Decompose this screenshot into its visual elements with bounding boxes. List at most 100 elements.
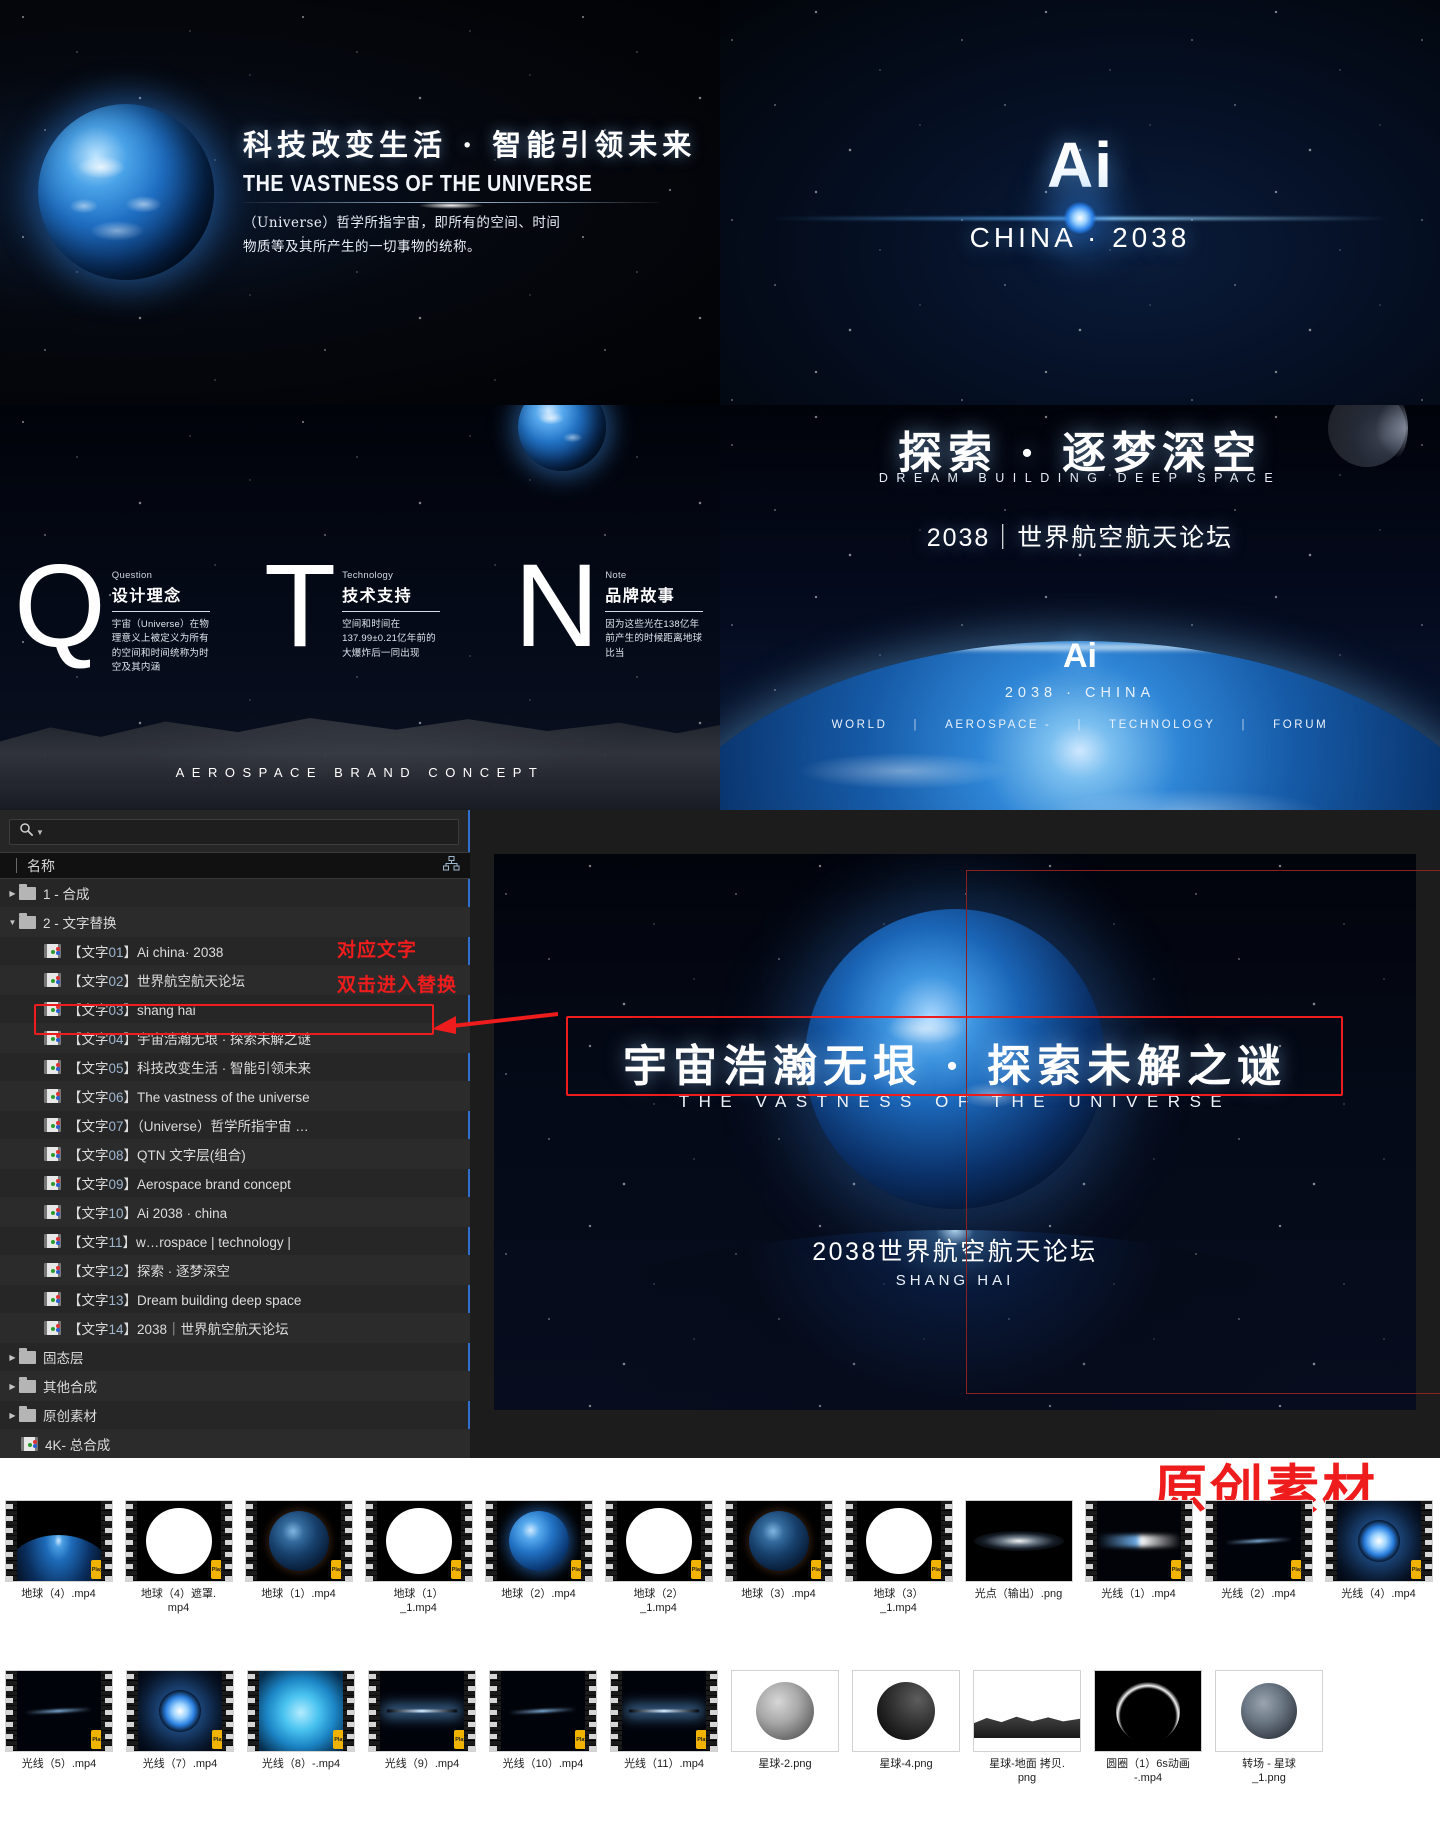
project-item-label: 【文字09】Aerospace brand concept — [68, 1177, 291, 1192]
asset-thumbnail[interactable] — [852, 1670, 960, 1752]
folder-icon — [19, 912, 36, 929]
project-comp-row[interactable]: 【文字10】Ai 2038 · china — [0, 1198, 470, 1227]
asset-item[interactable]: Player 地球（3）.mp4 — [720, 1500, 837, 1616]
project-folder-row[interactable]: ▶ 1 - 合成 — [0, 879, 470, 908]
asset-thumbnail[interactable]: Player — [124, 1500, 233, 1582]
chevron-right-icon[interactable]: ▶ — [6, 1382, 19, 1391]
project-comp-row[interactable]: 【文字14】2038｜世界航空航天论坛 — [0, 1314, 470, 1343]
asset-item[interactable]: Player 光线（8）-.mp4 — [242, 1670, 360, 1786]
asset-artwork — [622, 1671, 706, 1751]
asset-thumbnail[interactable]: Player — [126, 1670, 234, 1752]
project-item-list[interactable]: ▶ 1 - 合成 ▼ 2 - 文字替换 【文字01】Ai china· 2038 【文字0… — [0, 879, 470, 1459]
asset-item[interactable]: Player 光线（1）.mp4 — [1080, 1500, 1197, 1616]
asset-thumbnail[interactable]: Player — [5, 1670, 113, 1752]
asset-thumbnail[interactable] — [1215, 1670, 1323, 1752]
project-folder-row[interactable]: ▼ 2 - 文字替换 — [0, 908, 470, 937]
asset-thumbnail[interactable] — [731, 1670, 839, 1752]
asset-thumbnail[interactable]: Player — [610, 1670, 718, 1752]
asset-item[interactable]: 光点（输出）.png — [960, 1500, 1077, 1616]
asset-thumbnail[interactable]: Player — [489, 1670, 597, 1752]
asset-thumbnail[interactable] — [973, 1670, 1081, 1752]
composition-icon — [44, 1089, 61, 1103]
project-folder-row[interactable]: ▶ 固态层 — [0, 1343, 470, 1372]
project-comp-row[interactable]: 4K- 总合成 — [0, 1430, 470, 1459]
asset-caption: 圆圈（1）6s动画 -.mp4 — [1106, 1758, 1190, 1784]
chevron-down-icon: ▼ — [36, 827, 44, 837]
chevron-right-icon[interactable]: ▶ — [6, 889, 19, 898]
project-folder-row[interactable]: ▶ 其他合成 — [0, 1372, 470, 1401]
project-comp-row[interactable]: 【文字11】w…rospace | technology | — [0, 1227, 470, 1256]
asset-thumbnail[interactable]: Player — [364, 1500, 473, 1582]
chevron-right-icon[interactable]: ▶ — [6, 1411, 19, 1420]
asset-artwork — [376, 1501, 461, 1581]
search-input[interactable]: ▼ — [9, 819, 459, 845]
asset-item[interactable]: Player 地球（1）.mp4 — [240, 1500, 357, 1616]
asset-item[interactable]: Player 地球（4）.mp4 — [0, 1500, 117, 1616]
qtn-letter-n: N — [514, 540, 599, 672]
asset-thumbnail[interactable]: Player — [244, 1500, 353, 1582]
asset-item[interactable]: Player 光线（10）.mp4 — [484, 1670, 602, 1786]
nav-separator: | — [1077, 719, 1084, 731]
asset-thumbnail[interactable] — [1094, 1670, 1202, 1752]
project-item-label: 【文字07】（Universe）哲学所指宇宙 … — [68, 1119, 309, 1134]
asset-caption: 地球（2）.mp4 — [501, 1588, 576, 1600]
asset-row-1: Player 地球（4）.mp4 Player 地球（4）遮罩. mp4 Player 地球… — [0, 1500, 1440, 1616]
chevron-right-icon[interactable]: ▶ — [6, 1353, 19, 1362]
asset-thumbnail[interactable]: Player — [844, 1500, 953, 1582]
project-comp-row[interactable]: 【文字13】Dream building deep space — [0, 1285, 470, 1314]
flowchart-icon[interactable] — [443, 855, 460, 876]
nav-item-forum[interactable]: FORUM — [1247, 719, 1354, 731]
nav-item-aerospace[interactable]: AEROSPACE - — [919, 719, 1077, 731]
asset-caption: 星球-2.png — [758, 1758, 812, 1770]
nav-item-world[interactable]: WORLD — [806, 719, 914, 731]
asset-thumbnail[interactable]: Player — [1324, 1500, 1433, 1582]
asset-item[interactable]: Player 地球（1） _1.mp4 — [360, 1500, 477, 1616]
asset-thumbnail[interactable]: Player — [1204, 1500, 1313, 1582]
asset-item[interactable]: Player 地球（4）遮罩. mp4 — [120, 1500, 237, 1616]
project-item-label: 【文字10】Ai 2038 · china — [68, 1206, 228, 1221]
asset-caption: 光线（11）.mp4 — [624, 1758, 704, 1770]
asset-browser: 原创素材 Player 地球（4）.mp4 Player 地球（4）遮罩. mp4 Pla… — [0, 1458, 1440, 1827]
chevron-down-icon[interactable]: ▼ — [6, 918, 19, 927]
project-folder-row[interactable]: ▶ 原创素材 — [0, 1401, 470, 1430]
asset-item[interactable]: 星球-4.png — [847, 1670, 965, 1786]
asset-thumbnail[interactable]: Player — [368, 1670, 476, 1752]
panel-a-headline-cn: 科技改变生活 · 智能引领未来 — [243, 128, 697, 162]
project-item-label: 原创素材 — [43, 1409, 97, 1424]
asset-item[interactable]: Player 光线（5）.mp4 — [0, 1670, 118, 1786]
project-comp-row[interactable]: 【文字07】（Universe）哲学所指宇宙 … — [0, 1111, 470, 1140]
asset-item[interactable]: Player 光线（11）.mp4 — [605, 1670, 723, 1786]
asset-thumbnail[interactable]: Player — [247, 1670, 355, 1752]
preview-panel-ai-china: Ai CHINA · 2038 — [720, 0, 1440, 405]
nav-item-technology[interactable]: TECHNOLOGY — [1083, 719, 1242, 731]
asset-art-moon-dark — [853, 1671, 959, 1751]
asset-item[interactable]: 星球-2.png — [726, 1670, 844, 1786]
asset-item[interactable]: 圆圈（1）6s动画 -.mp4 — [1089, 1670, 1207, 1786]
asset-art-white-disc — [136, 1501, 221, 1581]
asset-item[interactable]: Player 地球（2）.mp4 — [480, 1500, 597, 1616]
asset-item[interactable]: Player 光线（2）.mp4 — [1200, 1500, 1317, 1616]
asset-item[interactable]: Player 光线（9）.mp4 — [363, 1670, 481, 1786]
asset-item[interactable]: Player 地球（2） _1.mp4 — [600, 1500, 717, 1616]
nav-separator: | — [913, 719, 920, 731]
asset-thumbnail[interactable]: Player — [604, 1500, 713, 1582]
composition-icon — [44, 1205, 61, 1219]
project-comp-row[interactable]: 【文字08】QTN 文字层(组合) — [0, 1140, 470, 1169]
project-comp-row[interactable]: 【文字06】The vastness of the universe — [0, 1082, 470, 1111]
asset-item[interactable]: Player 光线（4）.mp4 — [1320, 1500, 1437, 1616]
panel-a-body-line2: 物质等及其所产生的一切事物的统称。 — [243, 239, 481, 256]
project-comp-row[interactable]: 【文字09】Aerospace brand concept — [0, 1169, 470, 1198]
project-item-label: 其他合成 — [43, 1380, 97, 1395]
asset-item[interactable]: 星球-地面 拷贝. png — [968, 1670, 1086, 1786]
asset-item[interactable]: Player 地球（3） _1.mp4 — [840, 1500, 957, 1616]
asset-thumbnail[interactable] — [964, 1500, 1073, 1582]
asset-thumbnail[interactable]: Player — [4, 1500, 113, 1582]
asset-thumbnail[interactable]: Player — [484, 1500, 593, 1582]
asset-thumbnail[interactable]: Player — [724, 1500, 833, 1582]
project-comp-row[interactable]: 【文字12】探索 · 逐梦深空 — [0, 1256, 470, 1285]
asset-item[interactable]: 转场 - 星球 _1.png — [1210, 1670, 1328, 1786]
highlight-box-selected-row — [34, 1004, 434, 1035]
asset-item[interactable]: Player 光线（7）.mp4 — [121, 1670, 239, 1786]
project-comp-row[interactable]: 【文字05】科技改变生活 · 智能引领未来 — [0, 1053, 470, 1082]
asset-thumbnail[interactable]: Player — [1084, 1500, 1193, 1582]
